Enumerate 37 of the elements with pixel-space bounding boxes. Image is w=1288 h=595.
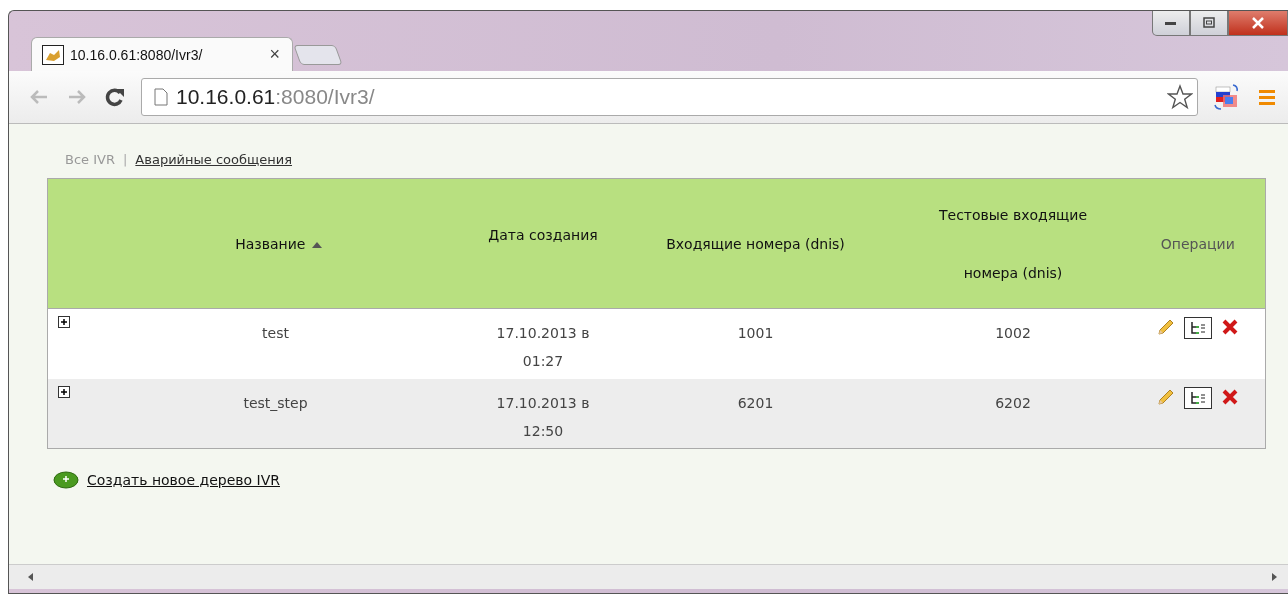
scroll-left-icon[interactable] [27,572,35,582]
pencil-icon[interactable] [1155,317,1176,337]
column-header[interactable]: Входящие номера (dnis) [666,235,845,252]
minimize-button[interactable] [1152,11,1190,36]
column-header: Операции [1160,235,1235,252]
table-cell-text: 17.10.2013 в 01:27 [495,324,591,371]
table-cell-text: 17.10.2013 в 12:50 [495,393,591,441]
table-cell-text: 6202 [995,393,1031,413]
table-cell-text: test_step [243,393,308,413]
star-icon[interactable] [1167,84,1193,110]
horizontal-scrollbar[interactable] [9,564,1288,589]
create-link[interactable]: Создать новое дерево IVR [87,472,280,488]
browser-tab[interactable]: 10.16.0.61:8080/Ivr3/ × [31,37,293,71]
nav-link[interactable]: Аварийные сообщения [135,151,292,167]
column-header[interactable]: Дата создания [488,227,598,243]
column-header[interactable]: Название [235,235,306,252]
close-button[interactable] [1228,11,1288,36]
maximize-button[interactable] [1190,11,1228,36]
tree-icon[interactable] [1183,317,1212,339]
scroll-right-icon[interactable] [1270,572,1278,582]
page-icon [154,88,168,106]
sort-ascending-icon[interactable] [311,240,324,249]
table-cell-text: 6201 [737,393,774,413]
column-header[interactable]: Тестовые входящие номера (dnis) [923,185,1103,302]
tab-close-button[interactable]: × [267,44,282,65]
table-cell-text: test [262,324,289,343]
maximize-icon [1202,16,1216,29]
close-icon [1251,16,1265,29]
table-cell-text: 1001 [737,324,774,343]
expand-toggle[interactable] [58,385,71,398]
separator: | [122,151,128,167]
add-icon[interactable] [53,471,79,489]
table-cell-text: 1002 [995,324,1031,343]
expand-toggle[interactable] [58,316,71,328]
reload-icon[interactable] [103,86,127,108]
address-bar[interactable]: 10.16.0.61:8080/Ivr3/ [141,78,1198,116]
tree-icon[interactable] [1183,386,1212,409]
